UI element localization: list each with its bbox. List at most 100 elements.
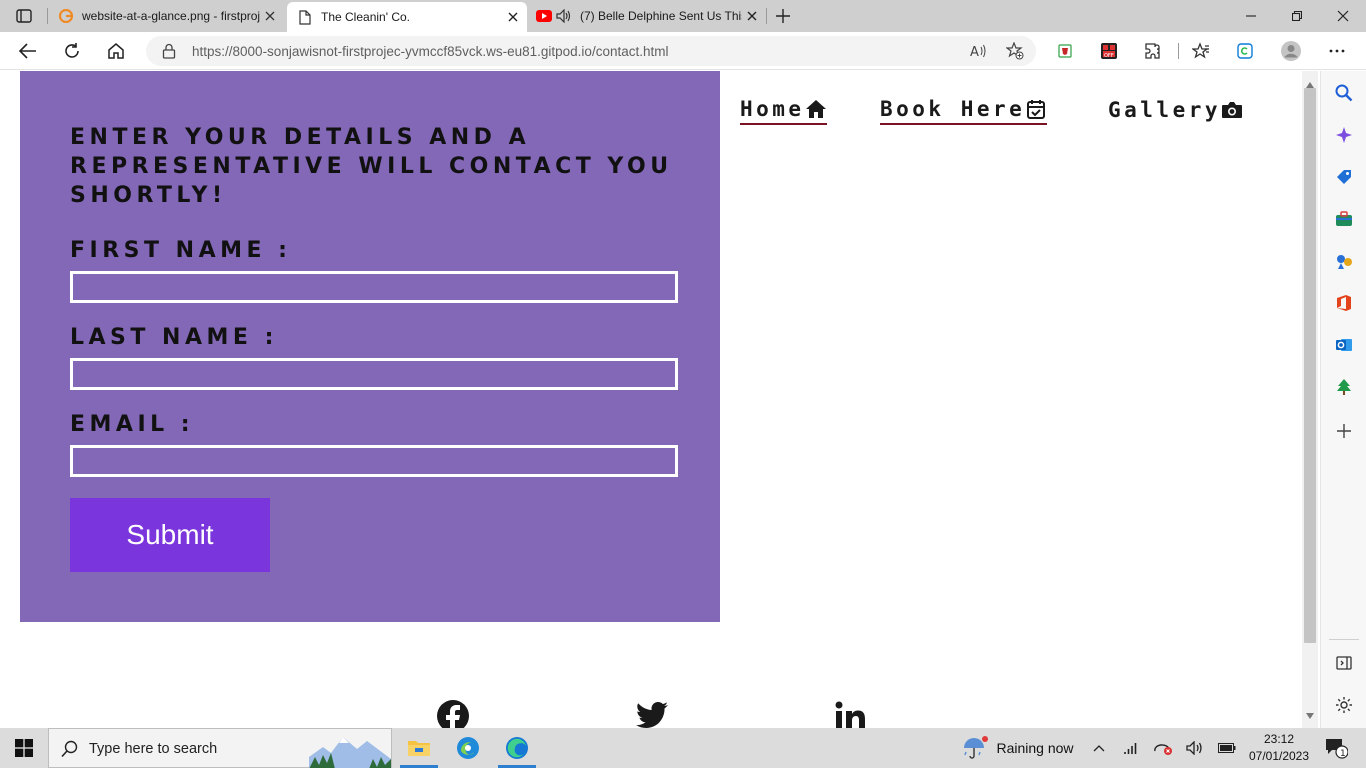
umbrella-rain-icon <box>964 736 989 759</box>
volume-icon[interactable] <box>1184 728 1206 768</box>
page-viewport: ENTER YOUR DETAILS AND A REPRESENTATIVE … <box>0 71 1302 728</box>
extensions-icon[interactable] <box>1142 40 1164 62</box>
email-label: EMAIL : <box>70 412 195 437</box>
tab-title: The Cleanin' Co. <box>321 10 411 24</box>
extension-shield-icon[interactable] <box>1054 40 1076 62</box>
discover-sparkle-icon[interactable] <box>1332 123 1356 147</box>
facebook-icon[interactable] <box>436 699 470 728</box>
url-text[interactable]: https://8000-sonjawisnot-firstprojec-yvm… <box>192 44 668 59</box>
twitter-icon[interactable] <box>635 699 669 728</box>
lock-icon[interactable] <box>162 43 176 64</box>
address-bar[interactable]: https://8000-sonjawisnot-firstprojec-yvm… <box>146 36 1036 66</box>
tab-actions-icon[interactable] <box>10 6 38 26</box>
add-sidebar-app-icon[interactable] <box>1332 419 1356 443</box>
windows-start-icon[interactable] <box>0 728 48 768</box>
extension-off-icon[interactable]: OFF <box>1098 40 1120 62</box>
show-hidden-icons-icon[interactable] <box>1088 728 1110 768</box>
linkedin-icon[interactable] <box>833 699 867 728</box>
first-name-field[interactable] <box>70 271 678 303</box>
close-window-icon[interactable] <box>1320 0 1366 32</box>
refresh-icon[interactable] <box>57 36 87 66</box>
page-scrollbar[interactable] <box>1302 71 1318 728</box>
tree-icon[interactable] <box>1332 375 1356 399</box>
clock-date: 07/01/2023 <box>1248 749 1310 763</box>
edge-beta-icon[interactable] <box>445 728 491 768</box>
office-icon[interactable] <box>1332 291 1356 315</box>
tab-youtube[interactable]: (7) Belle Delphine Sent Us This <box>530 0 766 32</box>
shopping-tag-icon[interactable] <box>1332 165 1356 189</box>
file-explorer-icon[interactable] <box>396 728 442 768</box>
home-icon[interactable] <box>101 36 131 66</box>
add-favorite-icon[interactable] <box>1004 41 1026 61</box>
windows-taskbar: Type here to search Raining now 23:12 07… <box>0 728 1366 768</box>
restore-icon[interactable] <box>1274 0 1320 32</box>
gitpod-icon <box>58 8 74 24</box>
sidebar-divider <box>1329 639 1359 640</box>
minimize-icon[interactable] <box>1228 0 1274 32</box>
tab-strip: website-at-a-glance.png - firstprojec Th… <box>0 0 1366 32</box>
browser-toolbar: https://8000-sonjawisnot-firstprojec-yvm… <box>0 32 1366 70</box>
outlook-icon[interactable] <box>1332 333 1356 357</box>
taskbar-clock[interactable]: 23:12 07/01/2023 <box>1244 731 1314 765</box>
hide-sidebar-icon[interactable] <box>1332 651 1356 675</box>
scroll-thumb[interactable] <box>1304 88 1316 643</box>
svg-text:OFF: OFF <box>1104 53 1114 59</box>
notification-count: 1 <box>1340 749 1346 759</box>
email-field[interactable] <box>70 445 678 477</box>
last-name-label: LAST NAME : <box>70 325 278 350</box>
tab-title: (7) Belle Delphine Sent Us This <box>580 9 742 23</box>
edge-browser-icon[interactable] <box>494 728 540 768</box>
weather-widget[interactable]: Raining now <box>960 728 1076 768</box>
close-tab-icon[interactable] <box>742 6 762 26</box>
url-host: 8000-sonjawisnot-firstprojec-yvmccf85vck… <box>232 44 592 59</box>
search-icon[interactable] <box>1332 81 1356 105</box>
tab-the-cleanin-co[interactable]: The Cleanin' Co. <box>287 2 527 32</box>
form-heading: ENTER YOUR DETAILS AND A REPRESENTATIVE … <box>70 125 673 208</box>
games-icon[interactable] <box>1332 249 1356 273</box>
last-name-field[interactable] <box>70 358 678 390</box>
calendar-check-icon <box>1025 98 1047 120</box>
scroll-down-icon[interactable] <box>1306 706 1314 724</box>
camera-icon <box>1221 99 1243 121</box>
first-name-label: FIRST NAME : <box>70 238 292 263</box>
read-aloud-icon[interactable]: A <box>968 41 990 61</box>
notification-center-icon[interactable]: 1 <box>1320 728 1352 768</box>
tab-title: website-at-a-glance.png - firstprojec <box>82 9 260 23</box>
speaker-icon[interactable] <box>556 8 572 24</box>
favorites-icon[interactable] <box>1190 40 1212 62</box>
page-icon <box>297 9 313 25</box>
close-tab-icon[interactable] <box>503 7 523 27</box>
weather-text: Raining now <box>996 740 1074 756</box>
collections-icon[interactable] <box>1234 40 1256 62</box>
battery-icon[interactable] <box>1216 728 1238 768</box>
nav-book-link[interactable]: Book Here <box>880 95 1048 125</box>
sidebar-settings-icon[interactable] <box>1332 693 1356 717</box>
tools-briefcase-icon[interactable] <box>1332 207 1356 231</box>
nav-home-link[interactable]: Home <box>740 95 827 125</box>
nav-gallery-label: Gallery <box>1108 98 1222 122</box>
contact-form-panel: ENTER YOUR DETAILS AND A REPRESENTATIVE … <box>20 71 720 622</box>
search-highlight-illustration <box>309 737 391 768</box>
tab-website-at-a-glance[interactable]: website-at-a-glance.png - firstprojec <box>48 0 284 32</box>
wifi-icon[interactable] <box>1120 728 1142 768</box>
edge-sidebar <box>1320 71 1366 728</box>
back-icon[interactable] <box>13 36 43 66</box>
nav-book-label: Book Here <box>880 97 1026 121</box>
toolbar-separator <box>1178 43 1179 59</box>
close-tab-icon[interactable] <box>260 6 280 26</box>
svg-text:A: A <box>970 45 979 59</box>
tab-separator <box>766 8 767 24</box>
youtube-icon <box>536 8 552 24</box>
network-status-icon[interactable] <box>1152 728 1174 768</box>
new-tab-icon[interactable] <box>772 6 794 26</box>
house-icon <box>805 98 827 120</box>
nav-gallery-link[interactable]: Gallery <box>1108 95 1243 125</box>
search-icon <box>61 740 79 763</box>
url-path: /contact.html <box>591 44 669 59</box>
submit-button[interactable]: Submit <box>70 498 270 572</box>
clock-time: 23:12 <box>1263 732 1295 746</box>
taskbar-search-box[interactable]: Type here to search <box>48 728 392 768</box>
more-menu-icon[interactable] <box>1326 40 1348 62</box>
taskbar-search-placeholder: Type here to search <box>89 741 218 757</box>
profile-avatar-icon[interactable] <box>1280 40 1302 62</box>
